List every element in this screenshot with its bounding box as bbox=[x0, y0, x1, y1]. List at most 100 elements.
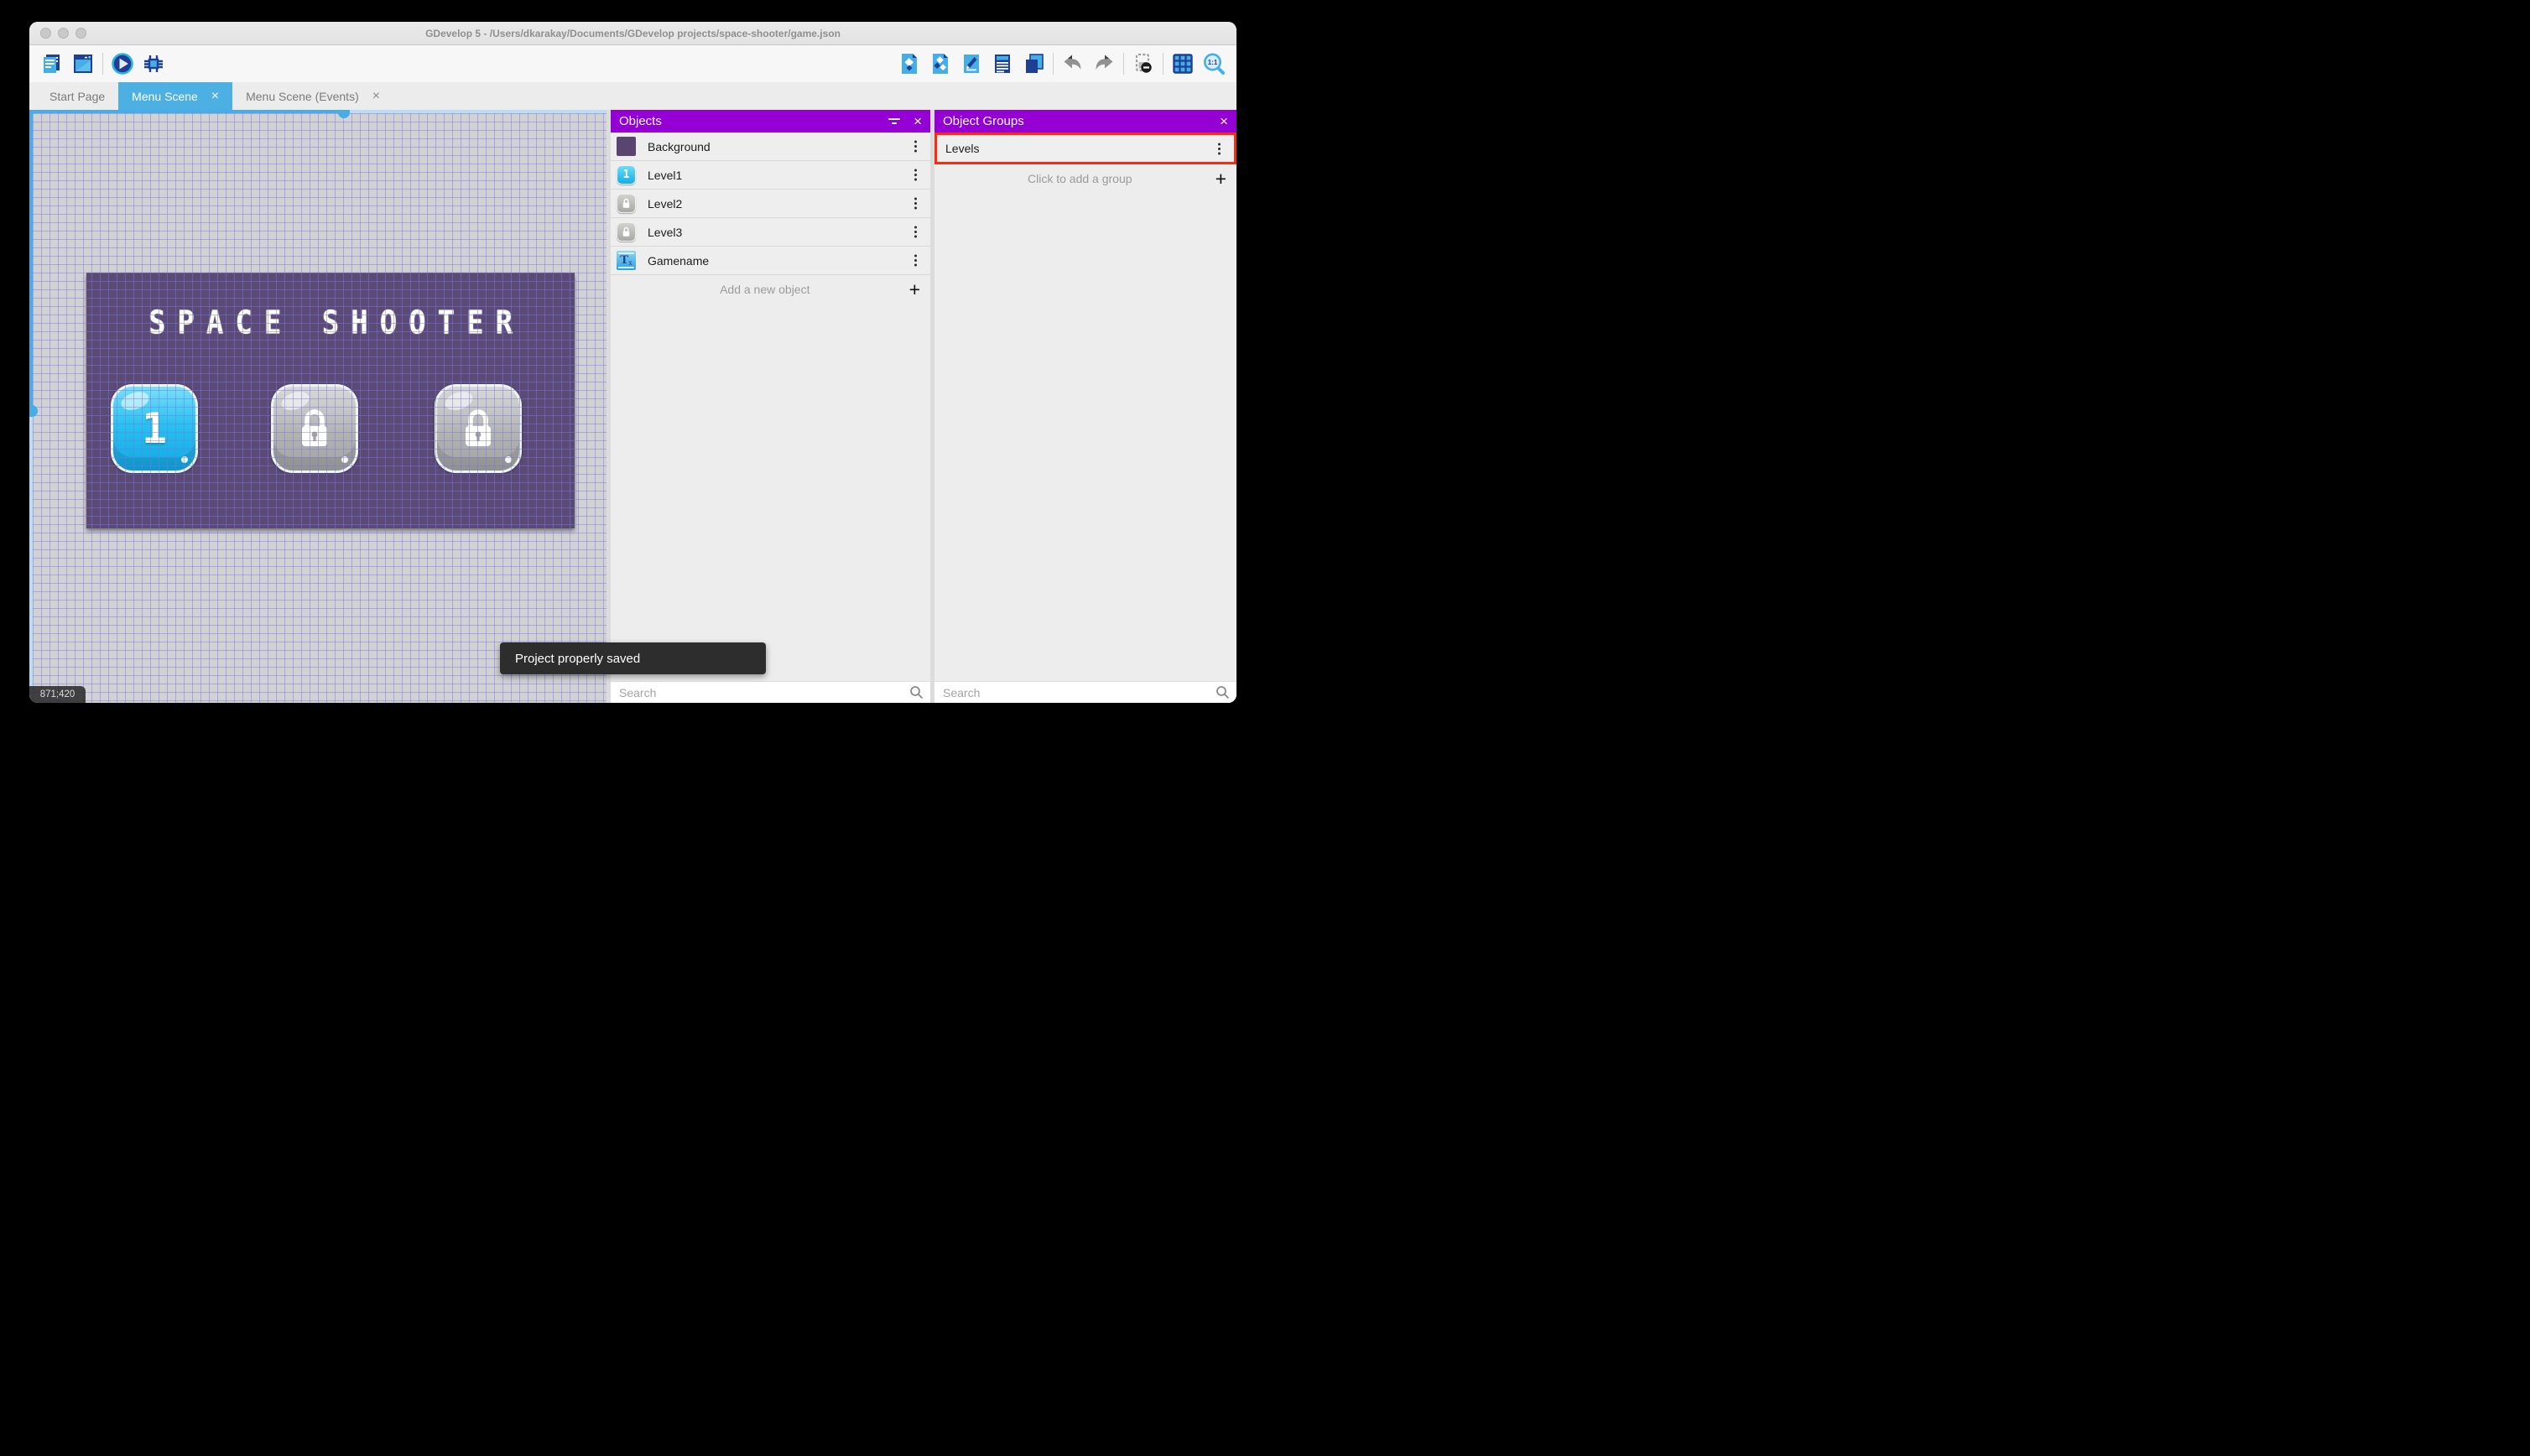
add-group-row[interactable]: Click to add a group + bbox=[934, 164, 1236, 193]
toast-message: Project properly saved bbox=[515, 651, 641, 666]
object-groups-panel: Object Groups × Levels Click to add a gr… bbox=[934, 110, 1236, 703]
window-mask-icon[interactable] bbox=[1131, 51, 1156, 76]
text-object-thumbnail-icon: Tx bbox=[617, 251, 636, 270]
level2-button-instance[interactable] bbox=[271, 384, 358, 473]
zoom-window-button[interactable] bbox=[75, 28, 86, 39]
add-object-label: Add a new object bbox=[720, 283, 810, 296]
play-icon[interactable] bbox=[110, 51, 135, 76]
object-menu-icon[interactable] bbox=[914, 145, 917, 148]
object-row-level3[interactable]: Level3 bbox=[611, 218, 930, 247]
object-groups-panel-header: Object Groups × bbox=[934, 110, 1236, 133]
locked-button-thumbnail-icon bbox=[617, 194, 636, 213]
object-label: Level1 bbox=[648, 168, 683, 182]
tab-label: Menu Scene (Events) bbox=[246, 89, 359, 103]
scrollbar-fill bbox=[29, 110, 33, 408]
add-object-row[interactable]: Add a new object + bbox=[611, 275, 930, 304]
horizontal-scrollbar-thumb[interactable] bbox=[338, 110, 350, 118]
panel-title: Objects bbox=[619, 114, 662, 128]
vertical-scrollbar-thumb[interactable] bbox=[29, 405, 38, 417]
add-group-label: Click to add a group bbox=[1028, 172, 1132, 185]
window-title: GDevelop 5 - /Users/dkarakay/Documents/G… bbox=[425, 27, 841, 39]
properties-icon[interactable] bbox=[959, 51, 984, 76]
scene-editor-icon[interactable] bbox=[70, 51, 96, 76]
sparkle-dot bbox=[505, 456, 512, 463]
close-panel-icon[interactable]: × bbox=[1220, 114, 1228, 128]
filter-icon[interactable] bbox=[888, 118, 901, 124]
project-manager-icon[interactable] bbox=[39, 51, 65, 76]
window-controls bbox=[40, 28, 86, 39]
vertical-scrollbar[interactable] bbox=[29, 110, 38, 703]
close-panel-icon[interactable]: × bbox=[914, 114, 922, 128]
object-menu-icon[interactable] bbox=[914, 259, 917, 262]
level3-button-instance[interactable] bbox=[435, 384, 522, 473]
svg-text:1:1: 1:1 bbox=[1208, 59, 1218, 66]
objects-editor-icon[interactable] bbox=[897, 51, 922, 76]
object-row-level1[interactable]: 1 Level1 bbox=[611, 161, 930, 190]
toolbar-separator bbox=[102, 53, 103, 75]
sparkle-dot bbox=[181, 456, 188, 463]
level1-button-thumbnail-icon: 1 bbox=[617, 165, 636, 185]
group-label: Levels bbox=[945, 142, 980, 155]
search-icon bbox=[910, 686, 923, 699]
plus-icon[interactable]: + bbox=[909, 279, 920, 299]
scene-background-instance[interactable]: SPACE SHOOTER 1 bbox=[86, 273, 575, 528]
tab-start-page[interactable]: Start Page bbox=[36, 82, 118, 110]
tab-menu-scene-events[interactable]: Menu Scene (Events) × bbox=[232, 82, 393, 110]
lock-icon bbox=[302, 409, 327, 446]
app-window: GDevelop 5 - /Users/dkarakay/Documents/G… bbox=[29, 22, 1236, 703]
locked-button-thumbnail-icon bbox=[617, 222, 636, 242]
object-label: Background bbox=[648, 139, 711, 153]
object-label: Level3 bbox=[648, 225, 683, 239]
save-toast: Project properly saved bbox=[500, 642, 766, 674]
minimize-window-button[interactable] bbox=[58, 28, 69, 39]
object-row-background[interactable]: Background bbox=[611, 133, 930, 161]
layers-icon[interactable] bbox=[1021, 51, 1046, 76]
debug-icon[interactable] bbox=[141, 51, 166, 76]
panel-title: Object Groups bbox=[943, 114, 1024, 128]
object-groups-icon[interactable] bbox=[928, 51, 953, 76]
level-number: 1 bbox=[141, 404, 168, 453]
sparkle-dot bbox=[341, 456, 348, 463]
objects-search-row bbox=[611, 682, 930, 703]
group-menu-icon[interactable] bbox=[1218, 147, 1221, 150]
horizontal-scrollbar[interactable] bbox=[29, 110, 606, 118]
objects-search-input[interactable] bbox=[611, 682, 930, 703]
object-row-level2[interactable]: Level2 bbox=[611, 190, 930, 218]
tab-label: Start Page bbox=[49, 89, 106, 103]
tabbar: Start Page Menu Scene × Menu Scene (Even… bbox=[29, 82, 1236, 110]
level1-button-instance[interactable]: 1 bbox=[111, 384, 198, 473]
objects-panel-empty-area bbox=[611, 304, 930, 682]
object-menu-icon[interactable] bbox=[914, 202, 917, 205]
plus-icon[interactable]: + bbox=[1216, 169, 1226, 189]
undo-icon[interactable] bbox=[1060, 51, 1085, 76]
search-icon bbox=[1216, 686, 1229, 699]
instances-list-icon[interactable] bbox=[990, 51, 1015, 76]
object-menu-icon[interactable] bbox=[914, 231, 917, 233]
group-row-levels[interactable]: Levels bbox=[934, 133, 1236, 164]
object-row-gamename[interactable]: Tx Gamename bbox=[611, 247, 930, 275]
cursor-coordinates-badge: 871;420 bbox=[29, 686, 86, 703]
background-thumbnail-icon bbox=[617, 137, 636, 156]
toolbar-separator bbox=[1053, 53, 1054, 75]
toolbar-separator bbox=[1123, 53, 1124, 75]
groups-search-input[interactable] bbox=[934, 682, 1236, 703]
tab-menu-scene[interactable]: Menu Scene × bbox=[118, 82, 233, 110]
tab-label: Menu Scene bbox=[132, 89, 198, 103]
groups-panel-empty-area bbox=[934, 193, 1236, 682]
scrollbar-fill bbox=[29, 110, 341, 113]
groups-search-row bbox=[934, 682, 1236, 703]
objects-panel: Objects × Background 1 Level1 Level2 Lev… bbox=[611, 110, 930, 703]
scene-canvas[interactable]: SPACE SHOOTER 1 871;420 bbox=[29, 110, 606, 703]
close-tab-icon[interactable]: × bbox=[211, 89, 219, 103]
objects-panel-header: Objects × bbox=[611, 110, 930, 133]
zoom-1-1-icon[interactable]: 1:1 bbox=[1201, 51, 1226, 76]
grid-icon[interactable] bbox=[1170, 51, 1195, 76]
redo-icon[interactable] bbox=[1091, 51, 1117, 76]
scene-title-text: SPACE SHOOTER bbox=[148, 304, 525, 342]
object-menu-icon[interactable] bbox=[914, 174, 917, 176]
toolbar: 1:1 bbox=[29, 45, 1236, 82]
close-tab-icon[interactable]: × bbox=[372, 89, 380, 103]
close-window-button[interactable] bbox=[40, 28, 51, 39]
object-label: Level2 bbox=[648, 196, 683, 211]
lock-icon bbox=[466, 409, 491, 446]
